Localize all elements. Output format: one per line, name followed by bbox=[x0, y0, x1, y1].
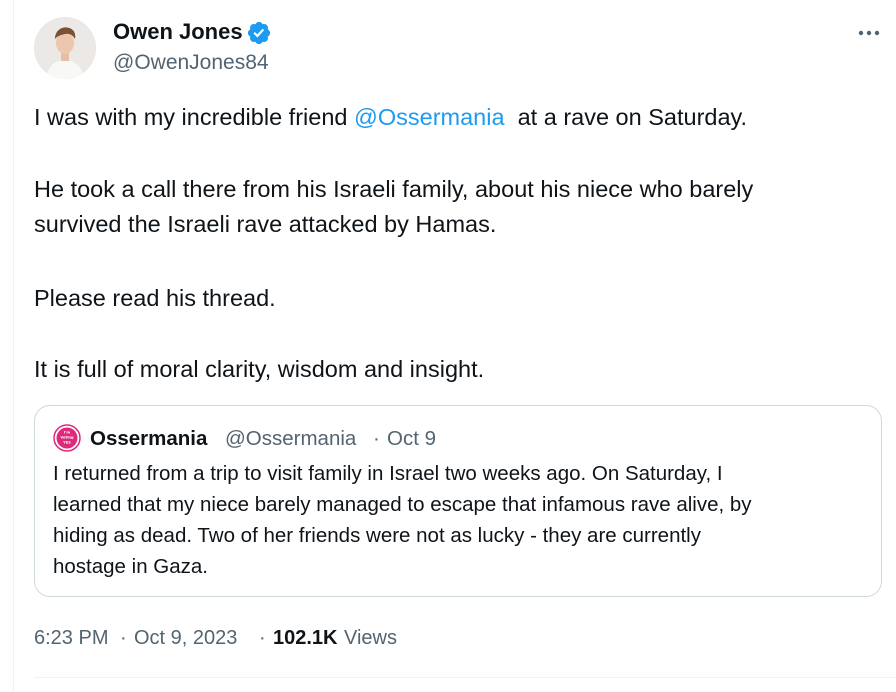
avatar-photo bbox=[34, 17, 96, 79]
badge-text-3: YES bbox=[62, 441, 71, 445]
bottom-divider bbox=[34, 677, 896, 678]
quote-text-line-3: hiding as dead. Two of her friends were … bbox=[53, 524, 701, 547]
quoted-tweet-card[interactable]: I'm Voting YES Ossermania @Ossermania · … bbox=[34, 405, 882, 597]
quote-avatar-badge-icon[interactable]: I'm Voting YES bbox=[53, 424, 81, 452]
quote-text-line-4: hostage in Gaza. bbox=[53, 555, 208, 578]
quote-author-handle: @Ossermania bbox=[225, 427, 357, 450]
tweet-text-segment: I was with my incredible friend bbox=[34, 104, 354, 130]
meta-separator-2: · bbox=[259, 627, 266, 649]
author-handle[interactable]: @OwenJones84 bbox=[113, 50, 269, 76]
author-avatar[interactable] bbox=[34, 17, 96, 79]
badge-text-1: I'm bbox=[64, 431, 70, 435]
quote-text-line-1: I returned from a trip to visit family i… bbox=[53, 462, 723, 485]
meta-separator-1: · bbox=[120, 627, 127, 649]
tweet-text-segment: at a rave on Saturday. bbox=[504, 104, 748, 130]
tweet-text-line-2: He took a call there from his Israeli fa… bbox=[34, 176, 754, 202]
author-name[interactable]: Owen Jones bbox=[113, 18, 243, 46]
views-count[interactable]: 102.1K bbox=[273, 624, 338, 652]
badge-text-2: Voting bbox=[60, 436, 74, 440]
timeline-divider bbox=[13, 0, 14, 692]
tweet-text-line-1: I was with my incredible friend @Osserma… bbox=[34, 101, 747, 133]
quote-author-name: Ossermania bbox=[90, 427, 208, 450]
tweet-time[interactable]: 6:23 PM bbox=[34, 624, 108, 652]
mention-link[interactable]: @Ossermania bbox=[354, 104, 505, 130]
tweet-date[interactable]: Oct 9, 2023 bbox=[134, 624, 237, 652]
more-options-icon[interactable] bbox=[852, 20, 886, 46]
tweet-text-line-4: Please read his thread. bbox=[34, 285, 276, 311]
quote-date: Oct 9 bbox=[387, 427, 436, 450]
views-label: Views bbox=[344, 627, 397, 649]
verified-badge-icon bbox=[247, 21, 271, 45]
tweet-text-line-5: It is full of moral clarity, wisdom and … bbox=[34, 356, 485, 382]
quote-text-line-2: learned that my niece barely managed to … bbox=[53, 493, 752, 516]
tweet-text-line-3: survived the Israeli rave attacked by Ha… bbox=[34, 211, 497, 237]
quote-separator: · bbox=[373, 427, 380, 450]
